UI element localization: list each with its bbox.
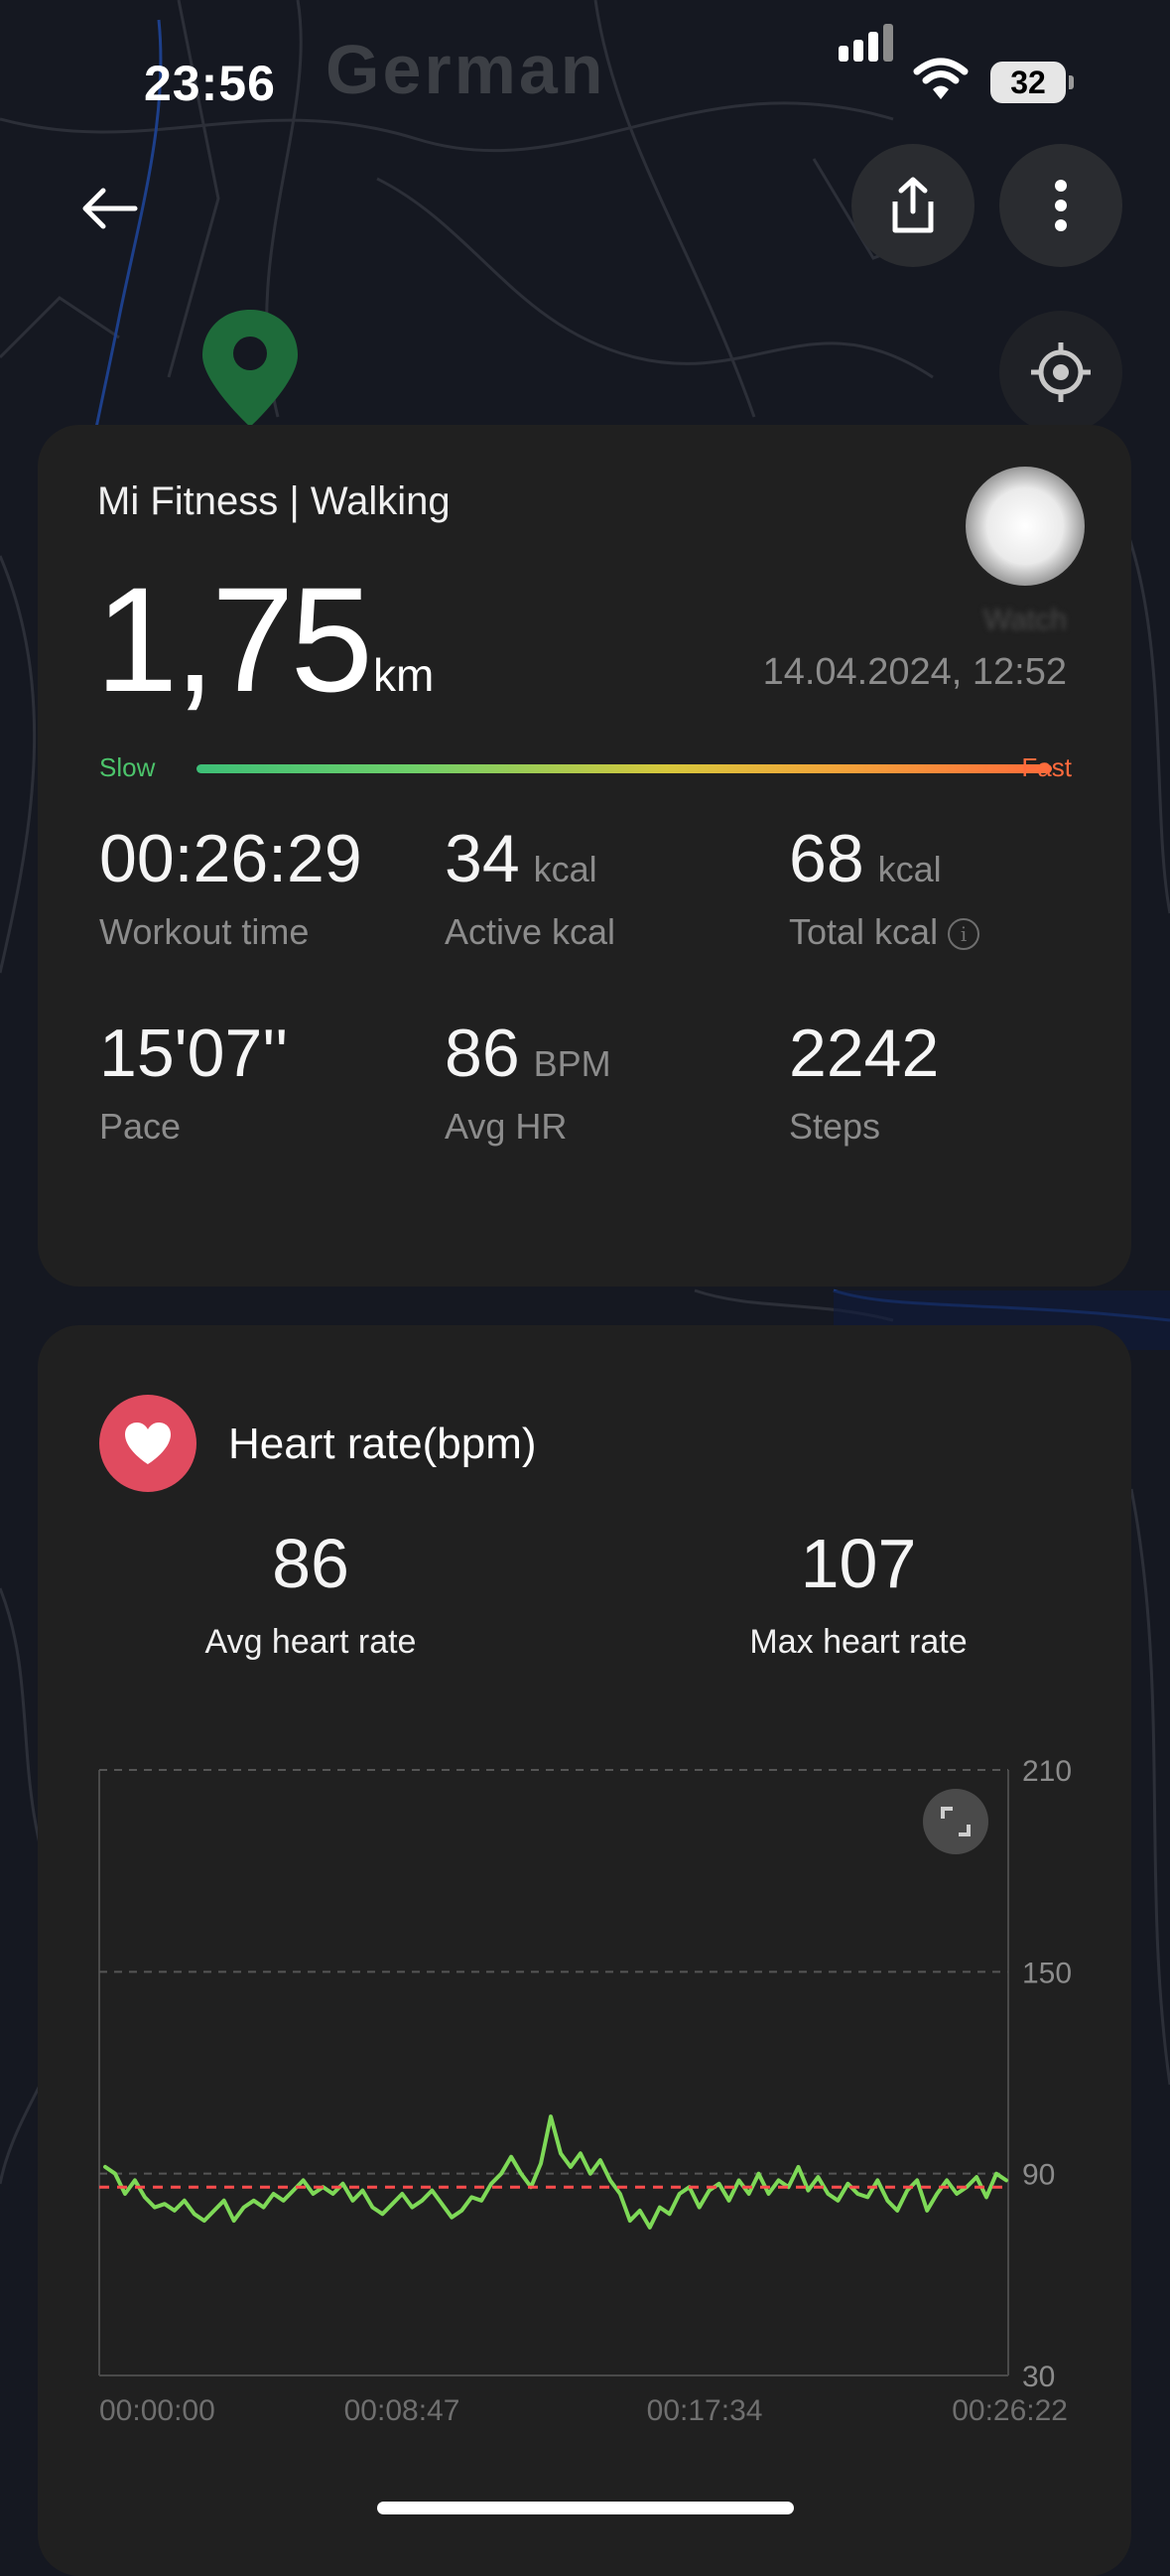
speed-gradient-bar <box>196 764 1052 773</box>
stat-steps: 2242 Steps <box>789 1015 939 1148</box>
stat-unit: kcal <box>877 849 942 889</box>
stat-avg-hr: 86 BPM Avg HR <box>445 1015 611 1148</box>
chart-x-tick-label: 00:26:22 <box>952 2394 1068 2427</box>
heart-rate-chart[interactable]: 210 150 90 30 00:00:00 00:08:47 00:17:34 00:26:… <box>38 1325 1131 2437</box>
locate-button[interactable] <box>999 311 1122 434</box>
stat-value: 00:26:29 <box>99 821 362 896</box>
stat-label: Pace <box>99 1106 182 1147</box>
back-button[interactable] <box>69 169 149 248</box>
chart-x-tick-label: 00:00:00 <box>99 2394 215 2427</box>
wifi-icon <box>913 58 969 99</box>
home-indicator[interactable] <box>377 2502 794 2514</box>
share-button[interactable] <box>851 144 975 267</box>
distance-display: 1,75km <box>95 554 434 726</box>
stat-active-kcal: 34 kcal Active kcal <box>445 820 615 953</box>
start-pin-icon <box>202 310 298 427</box>
speed-legend: Slow Fast <box>99 752 1072 788</box>
chart-x-tick-label: 00:17:34 <box>647 2394 763 2427</box>
crosshair-icon <box>1031 342 1091 402</box>
device-avatar <box>966 467 1085 586</box>
stat-workout-time: 00:26:29 Workout time <box>99 820 362 953</box>
chart-y-tick-label: 210 <box>1022 1755 1072 1788</box>
battery-nub <box>1069 75 1074 89</box>
stat-value: 68 <box>789 821 864 896</box>
info-icon[interactable]: i <box>948 918 980 951</box>
distance-value: 1,75 <box>95 556 373 723</box>
speed-fast-label: Fast <box>1021 752 1072 782</box>
stat-total-kcal: 68 kcal Total kcal i <box>789 820 980 953</box>
stat-unit: BPM <box>533 1043 611 1084</box>
distance-unit: km <box>372 649 435 701</box>
status-time: 23:56 <box>144 56 276 111</box>
workout-datetime: 14.04.2024, 12:52 <box>762 651 1067 693</box>
heart-rate-card: Heart rate(bpm) 86 Avg heart rate 107 Ma… <box>38 1325 1131 2576</box>
stat-unit: kcal <box>533 849 597 889</box>
stat-value: 2242 <box>789 1016 940 1091</box>
stat-value: 86 <box>445 1016 520 1091</box>
expand-button-bg <box>923 1789 988 1854</box>
heart-rate-series-line <box>103 2114 1008 2230</box>
stat-label: Workout time <box>99 911 310 952</box>
more-options-button[interactable] <box>999 144 1122 267</box>
stat-label: Steps <box>789 1106 881 1147</box>
battery-indicator: 32 <box>990 62 1066 103</box>
stat-label: Total kcal <box>789 911 939 952</box>
device-name: Watch <box>983 604 1067 636</box>
more-vertical-icon <box>1055 180 1067 231</box>
stat-pace: 15'07'' Pace <box>99 1015 288 1148</box>
expand-chart-button[interactable] <box>923 1789 988 1854</box>
share-icon <box>892 177 934 233</box>
map-place-label: German <box>325 31 606 108</box>
speed-slow-label: Slow <box>99 752 156 782</box>
workout-summary-card: Mi Fitness | Walking 1,75km Watch 14.04.… <box>38 425 1131 1287</box>
workout-title: Mi Fitness | Walking <box>97 479 451 523</box>
stat-value: 15'07'' <box>99 1016 289 1091</box>
stat-value: 34 <box>445 821 520 896</box>
stat-label: Avg HR <box>445 1106 568 1147</box>
chart-y-tick-label: 150 <box>1022 1957 1072 1989</box>
chart-x-tick-label: 00:08:47 <box>344 2394 460 2427</box>
arrow-left-icon <box>82 188 138 229</box>
stat-label: Active kcal <box>445 911 616 952</box>
chart-y-tick-label: 30 <box>1022 2361 1055 2393</box>
status-bar: German 23:56 32 <box>0 0 1170 169</box>
chart-y-tick-label: 90 <box>1022 2159 1055 2192</box>
